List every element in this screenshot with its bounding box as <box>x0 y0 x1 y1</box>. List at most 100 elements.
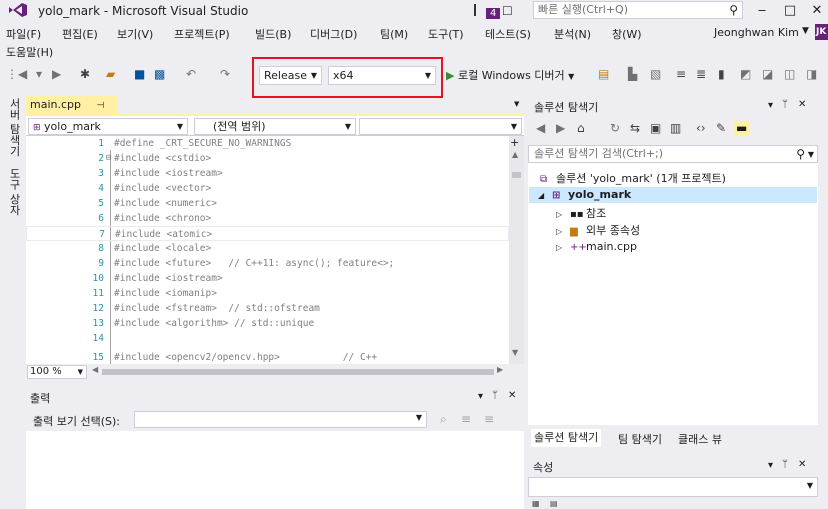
comment-icon[interactable]: ≡ <box>676 67 686 81</box>
code-line[interactable]: 9 #include <future> // C++11: async(); fe… <box>26 256 509 271</box>
menu-edit[interactable]: 편집(E) <box>62 26 98 42</box>
close-icon[interactable]: ✕ <box>798 459 806 470</box>
scope-nav-select[interactable]: (전역 범위) ▼ <box>194 118 356 135</box>
menu-debug[interactable]: 디버그(D) <box>310 26 357 42</box>
horizontal-scroll-thumb[interactable] <box>102 369 494 375</box>
tree-item-project[interactable]: ◢ ⊞ yolo_mark <box>538 188 631 201</box>
code-line[interactable]: 11 #include <iomanip> <box>26 286 509 301</box>
close-window-button[interactable]: ✕ <box>803 2 828 20</box>
tab-class-view[interactable]: 클래스 뷰 <box>678 431 722 447</box>
code-line[interactable]: 15 #include <opencv2/opencv.hpp> // C++ <box>26 350 509 364</box>
more-icon[interactable]: ◨ <box>806 67 817 81</box>
collapsed-icon[interactable]: ▷ <box>556 210 570 219</box>
solution-search-input[interactable]: 솔루션 탐색기 검색(Ctrl+;) ⚲ ▼ <box>528 145 818 163</box>
next-message-icon[interactable]: ≡ <box>484 412 494 426</box>
code-line[interactable]: 13 #include <algorithm> // std::unique <box>26 316 509 331</box>
next-bookmark-icon[interactable]: ◪ <box>762 67 773 81</box>
close-icon[interactable]: ✕ <box>508 390 516 401</box>
prev-message-icon[interactable]: ≡ <box>461 412 471 426</box>
code-line[interactable]: 14 <box>26 331 509 346</box>
home-icon[interactable]: ⌂ <box>577 121 585 135</box>
show-all-files-icon[interactable]: ▥ <box>670 121 681 135</box>
collapsed-icon[interactable]: ▷ <box>556 227 570 236</box>
code-line[interactable]: 6 #include <chrono> <box>26 211 509 226</box>
tree-item-solution[interactable]: ⧉ 솔루션 'yolo_mark' (1개 프로젝트) <box>540 170 726 186</box>
menu-build[interactable]: 빌드(B) <box>255 26 291 42</box>
minimize-button[interactable]: ‒ <box>748 2 776 20</box>
code-editor[interactable]: 1 #define _CRT_SECURE_NO_WARNINGS 2 ⊟ #incl… <box>26 136 509 364</box>
menu-project[interactable]: 프로젝트(P) <box>174 26 230 42</box>
menu-help[interactable]: 도움말(H) <box>6 44 53 60</box>
pin-icon[interactable]: ᛘ <box>782 459 788 470</box>
collapse-icon[interactable]: ⊟ <box>106 151 111 166</box>
chevron-down-icon[interactable]: ▾ <box>768 460 773 471</box>
back-icon[interactable]: ◀ <box>18 67 27 81</box>
menu-tools[interactable]: 도구(T) <box>428 26 464 42</box>
back-icon[interactable]: ◀ <box>536 121 545 135</box>
scroll-up-icon[interactable]: ▲ <box>512 150 518 159</box>
properties-wrench-icon[interactable]: ✎ <box>716 121 726 135</box>
code-line-current[interactable]: 7 #include <atomic> <box>26 226 509 241</box>
menu-view[interactable]: 보기(V) <box>117 26 153 42</box>
editor-vertical-scrollbar[interactable]: + ▲ ▼ <box>509 136 524 364</box>
menu-team[interactable]: 팀(M) <box>380 26 408 42</box>
uncomment-icon[interactable]: ≣ <box>696 67 706 81</box>
code-line[interactable]: 12 #include <fstream> // std::ofstream <box>26 301 509 316</box>
close-icon[interactable]: ✕ <box>798 99 806 110</box>
new-project-icon[interactable]: ✱ <box>80 67 90 81</box>
find-message-icon[interactable]: ⌕ <box>440 412 447 427</box>
tab-main-cpp[interactable]: main.cpp ⊣ ✕ <box>26 96 118 130</box>
output-text-area[interactable] <box>26 431 524 509</box>
split-icon[interactable]: + <box>510 136 519 149</box>
maximize-button[interactable]: □ <box>776 2 804 20</box>
tree-item-references[interactable]: ▷ ▪▪ 참조 <box>556 205 606 221</box>
code-line[interactable]: 10 #include <iostream> <box>26 271 509 286</box>
feedback-icon[interactable]: ☐ <box>502 4 513 18</box>
scroll-thumb[interactable] <box>512 172 521 178</box>
dropdown-icon[interactable]: ▾ <box>36 67 42 81</box>
project-nav-select[interactable]: ⊞ yolo_mark ▼ <box>28 118 188 135</box>
pin-icon[interactable]: ᛘ <box>782 99 788 110</box>
zoom-select[interactable]: 100 % ▼ <box>27 365 87 379</box>
code-view-icon[interactable]: ‹› <box>696 121 706 135</box>
bookmark-icon[interactable]: ▮ <box>718 67 725 81</box>
scroll-down-icon[interactable]: ▼ <box>512 348 518 357</box>
user-name[interactable]: Jeonghwan Kim <box>714 26 799 39</box>
save-all-icon[interactable]: ▩ <box>154 67 165 81</box>
open-folder-icon[interactable]: ▰ <box>106 67 115 81</box>
quick-launch-input[interactable]: 빠른 실행(Ctrl+Q) ⚲ <box>533 1 743 19</box>
avatar[interactable]: JK <box>815 24 828 40</box>
chevron-down-icon[interactable]: ▼ <box>514 100 519 108</box>
forward-icon[interactable]: ▶ <box>556 121 565 135</box>
code-line[interactable]: 4 #include <vector> <box>26 181 509 196</box>
tab-server-explorer[interactable]: 서버 탐색기 <box>6 98 22 157</box>
menu-analyze[interactable]: 분석(N) <box>554 26 591 42</box>
history-icon[interactable]: ↻ <box>610 121 620 135</box>
notifications-button[interactable]: 4 <box>474 4 501 19</box>
prev-bookmark-icon[interactable]: ◩ <box>740 67 751 81</box>
redo-icon[interactable]: ↷ <box>220 67 230 81</box>
tree-item-external-dependencies[interactable]: ▷ ▆ 외부 종속성 <box>556 222 640 238</box>
code-line[interactable]: 2 ⊟ #include <cstdio> <box>26 151 509 166</box>
code-line[interactable]: 3 #include <iostream> <box>26 166 509 181</box>
output-source-select[interactable]: ▼ <box>134 411 427 428</box>
code-line[interactable]: 5 #include <numeric> <box>26 196 509 211</box>
collapsed-icon[interactable]: ▷ <box>556 243 570 252</box>
menu-file[interactable]: 파일(F) <box>6 26 41 42</box>
preview-icon[interactable]: ▬ <box>734 121 750 135</box>
pin-icon[interactable]: ᛘ <box>492 390 498 401</box>
tab-solution-explorer[interactable]: 솔루션 탐색기 <box>531 429 602 447</box>
find-in-files-icon[interactable]: ▤ <box>598 67 609 81</box>
tab-toolbox[interactable]: 도구 상자 <box>6 168 22 216</box>
start-debugging-button[interactable]: ▶ 로컬 Windows 디버거 ▼ <box>446 67 574 83</box>
chevron-down-icon[interactable]: ▾ <box>768 100 773 111</box>
scroll-left-icon[interactable]: ◀ <box>92 365 98 374</box>
collapse-all-icon[interactable]: ▣ <box>650 121 661 135</box>
step-icon[interactable]: ▧ <box>650 67 661 81</box>
pin-icon[interactable]: ⊣ <box>97 101 105 111</box>
chevron-down-icon[interactable]: ▼ <box>802 26 809 36</box>
code-line[interactable]: 1 #define _CRT_SECURE_NO_WARNINGS <box>26 136 509 151</box>
forward-icon[interactable]: ▶ <box>52 67 61 81</box>
menu-window[interactable]: 창(W) <box>612 26 642 42</box>
clear-bookmarks-icon[interactable]: ◫ <box>784 67 795 81</box>
